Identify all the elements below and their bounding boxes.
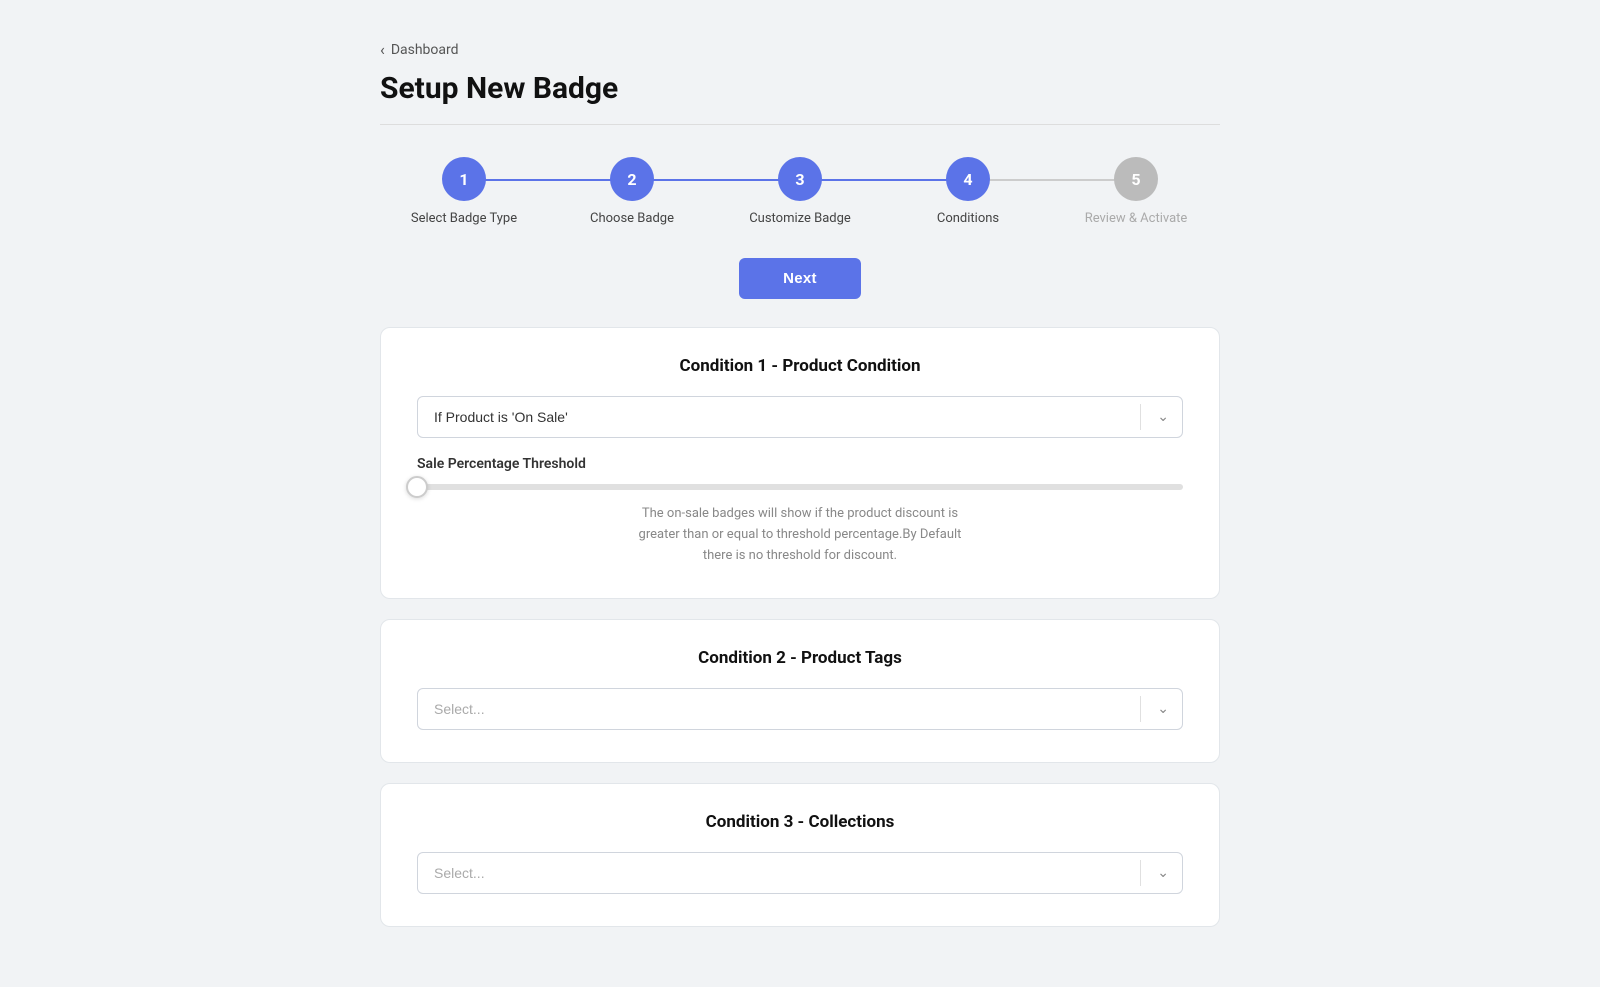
condition-3-title: Condition 3 - Collections: [417, 812, 1183, 832]
step-number-4: 4: [963, 170, 972, 189]
page-title: Setup New Badge: [380, 71, 1220, 106]
condition-1-select[interactable]: If Product is 'On Sale': [417, 396, 1183, 438]
stepper: 1 Select Badge Type 2 Choose Badge 3 Cus…: [380, 157, 1220, 226]
slider-hint: The on-sale badges will show if the prod…: [417, 504, 1183, 566]
step-circle-1: 1: [442, 157, 486, 201]
step-number-2: 2: [627, 170, 636, 189]
slider-thumb[interactable]: [406, 476, 428, 498]
slider-track[interactable]: [417, 484, 1183, 490]
condition-1-select-divider: [1140, 404, 1141, 430]
breadcrumb-label: Dashboard: [391, 42, 459, 58]
condition-2-select-divider: [1140, 696, 1141, 722]
header-divider: [380, 124, 1220, 125]
step-1: 1 Select Badge Type: [380, 157, 548, 226]
next-button-wrapper: Next: [380, 258, 1220, 299]
step-4: 4 Conditions: [884, 157, 1052, 226]
condition-1-title: Condition 1 - Product Condition: [417, 356, 1183, 376]
breadcrumb[interactable]: ‹ Dashboard: [380, 40, 1220, 59]
step-3: 3 Customize Badge: [716, 157, 884, 226]
slider-label: Sale Percentage Threshold: [417, 456, 1183, 472]
step-label-3: Customize Badge: [749, 211, 851, 226]
step-2: 2 Choose Badge: [548, 157, 716, 226]
step-number-1: 1: [459, 170, 468, 189]
condition-2-title: Condition 2 - Product Tags: [417, 648, 1183, 668]
step-label-5: Review & Activate: [1085, 211, 1188, 226]
step-label-4: Conditions: [937, 211, 999, 226]
step-label-2: Choose Badge: [590, 211, 674, 226]
condition-2-select[interactable]: Select...: [417, 688, 1183, 730]
condition-3-select-wrapper: Select... ⌄: [417, 852, 1183, 894]
page-wrapper: ‹ Dashboard Setup New Badge 1 Select Bad…: [320, 0, 1280, 987]
step-5: 5 Review & Activate: [1052, 157, 1220, 226]
step-number-5: 5: [1131, 170, 1140, 189]
step-circle-2: 2: [610, 157, 654, 201]
condition-2-select-wrapper: Select... ⌄: [417, 688, 1183, 730]
next-button[interactable]: Next: [739, 258, 861, 299]
condition-3-select[interactable]: Select...: [417, 852, 1183, 894]
step-number-3: 3: [795, 170, 804, 189]
condition-2-card: Condition 2 - Product Tags Select... ⌄: [380, 619, 1220, 763]
step-circle-4: 4: [946, 157, 990, 201]
condition-3-select-divider: [1140, 860, 1141, 886]
condition-1-card: Condition 1 - Product Condition If Produ…: [380, 327, 1220, 599]
breadcrumb-arrow-icon: ‹: [380, 40, 385, 59]
step-label-1: Select Badge Type: [411, 211, 517, 226]
condition-1-select-wrapper: If Product is 'On Sale' ⌄: [417, 396, 1183, 438]
step-circle-3: 3: [778, 157, 822, 201]
step-circle-5: 5: [1114, 157, 1158, 201]
condition-3-card: Condition 3 - Collections Select... ⌄: [380, 783, 1220, 927]
